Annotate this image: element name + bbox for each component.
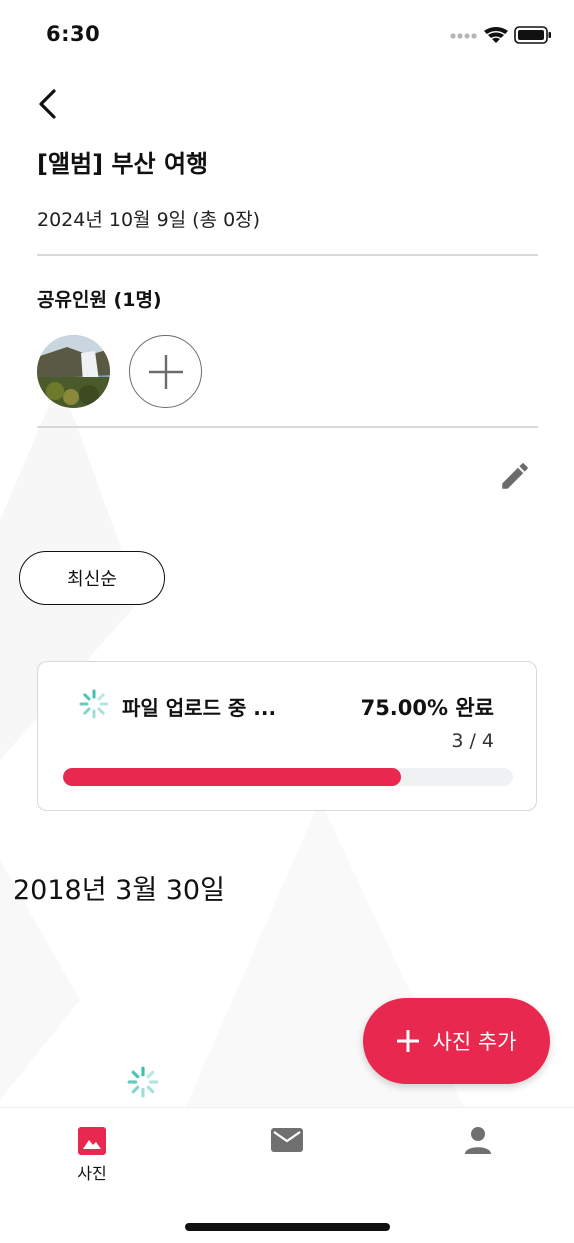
loading-spinner-icon: [79, 689, 109, 719]
album-title: [앨범] 부산 여행: [37, 150, 209, 178]
upload-percent: 75.00% 완료: [360, 696, 494, 720]
person-icon: [465, 1127, 491, 1154]
plus-icon: [396, 1030, 419, 1052]
divider: [37, 426, 538, 428]
upload-progress-card: 파일 업로드 중 ... 75.00% 완료 3 / 4: [37, 661, 537, 811]
album-date: 2024년 10월 9일 (총 0장): [37, 209, 261, 231]
tab-photos-label: 사진: [77, 1164, 107, 1183]
signal-icon: [450, 33, 477, 39]
status-time: 6:30: [46, 22, 101, 46]
status-icons: [450, 26, 551, 44]
add-member-button[interactable]: [129, 335, 202, 408]
chevron-left-icon: [39, 89, 56, 119]
add-photo-label: 사진 추가: [432, 1030, 517, 1054]
battery-icon: [514, 26, 551, 44]
tab-photos[interactable]: 사진: [77, 1126, 107, 1184]
tab-messages[interactable]: [270, 1126, 304, 1154]
photo-date-group: 2018년 3월 30일: [13, 875, 225, 906]
members-title: 공유인원 (1명): [37, 289, 162, 311]
upload-progress-fill: [63, 768, 401, 786]
upload-progress-bar: [63, 768, 513, 786]
mail-icon: [271, 1128, 303, 1152]
add-photo-button[interactable]: 사진 추가: [363, 998, 550, 1084]
member-avatar[interactable]: [37, 335, 110, 408]
wifi-icon: [484, 27, 508, 43]
edit-button[interactable]: [495, 456, 535, 496]
home-indicator: [185, 1223, 390, 1231]
tab-profile[interactable]: [464, 1126, 492, 1156]
avatar-image: [37, 335, 110, 408]
loading-spinner-icon: [127, 1066, 159, 1098]
sort-button[interactable]: 최신순: [19, 551, 165, 605]
upload-count: 3 / 4: [451, 730, 494, 752]
image-icon: [78, 1127, 106, 1155]
upload-status-label: 파일 업로드 중 ...: [122, 696, 277, 720]
divider: [37, 254, 538, 256]
plus-icon: [148, 354, 183, 389]
pencil-icon: [502, 463, 528, 489]
bottom-tab-bar: 사진: [0, 1107, 574, 1243]
back-button[interactable]: [28, 82, 68, 126]
